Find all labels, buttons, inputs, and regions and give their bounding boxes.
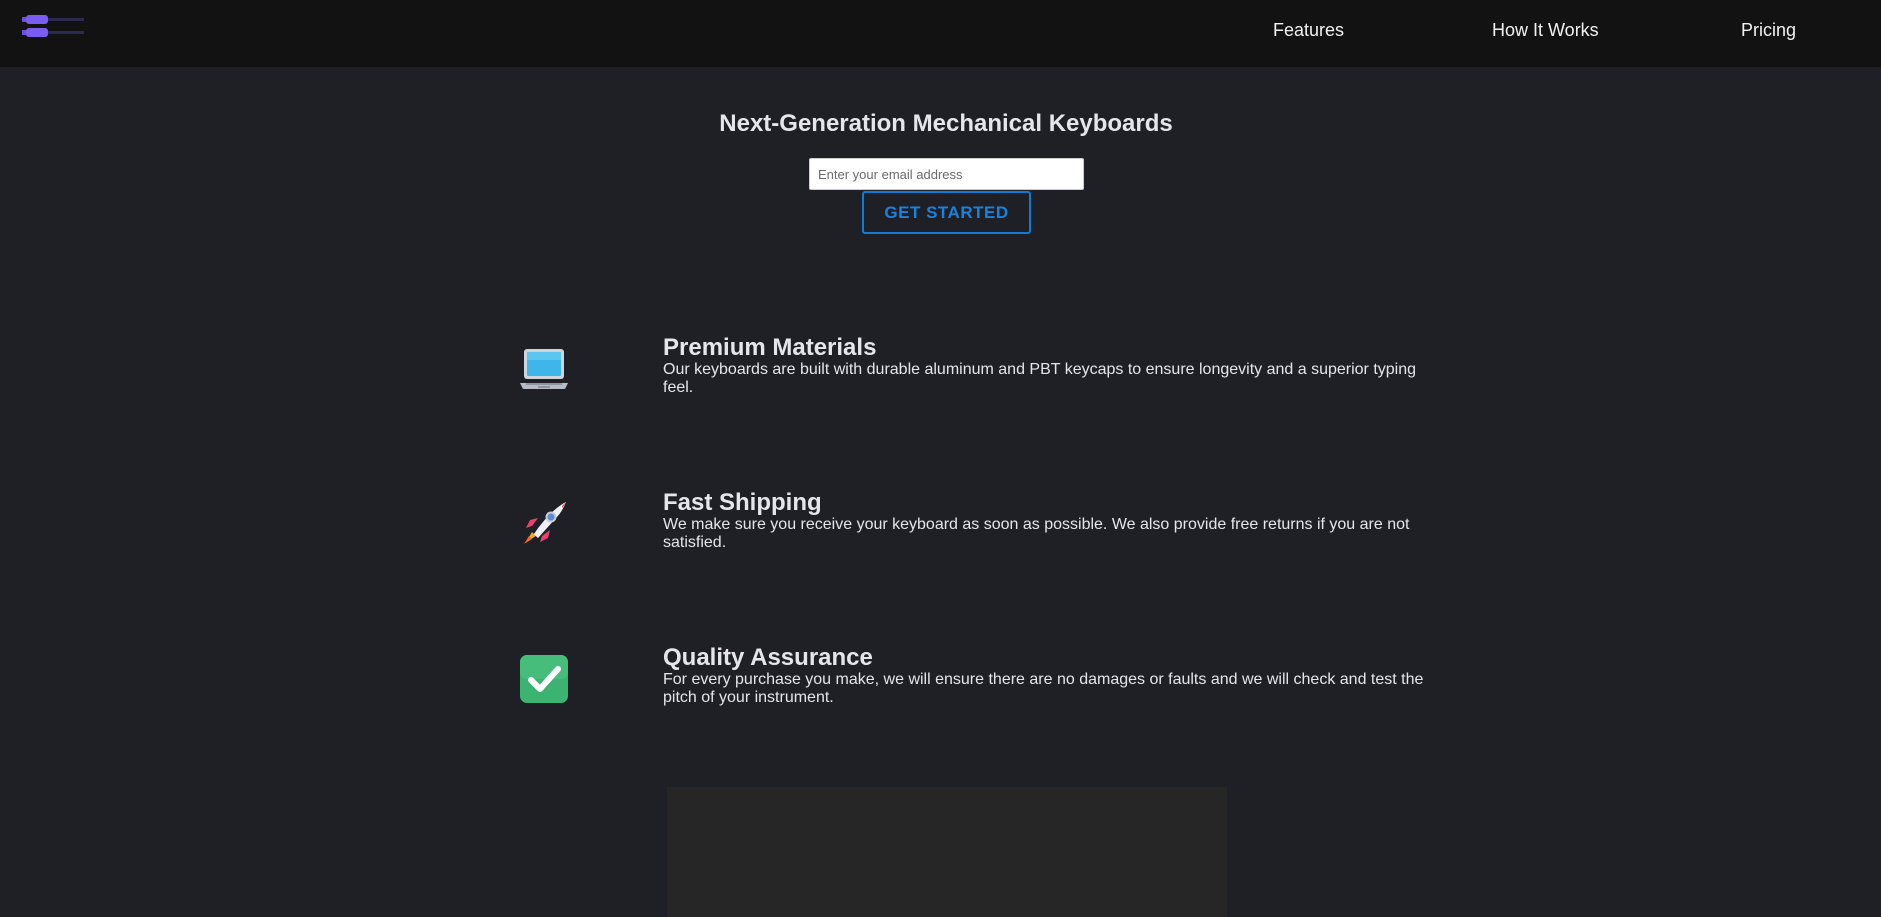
nav-link-how-it-works[interactable]: How It Works — [1492, 20, 1599, 41]
hero-title: Next-Generation Mechanical Keyboards — [719, 110, 1173, 137]
feature-description: We make sure you receive your keyboard a… — [663, 516, 1410, 551]
laptop-icon — [518, 343, 570, 395]
email-input[interactable] — [809, 158, 1084, 190]
logo-icon[interactable] — [22, 12, 86, 42]
nav-link-features[interactable]: Features — [1273, 20, 1344, 41]
rocket-icon — [518, 498, 570, 550]
feature-description: For every purchase you make, we will ens… — [663, 671, 1424, 706]
feature-title: Quality Assurance — [663, 644, 873, 671]
feature-title: Premium Materials — [663, 334, 877, 361]
video-embed[interactable] — [667, 787, 1227, 917]
feature-title: Fast Shipping — [663, 489, 822, 516]
feature-description: Our keyboards are built with durable alu… — [663, 361, 1417, 396]
check-box-icon — [518, 653, 570, 705]
get-started-button[interactable]: GET STARTED — [862, 191, 1031, 234]
nav-link-pricing[interactable]: Pricing — [1741, 20, 1796, 41]
top-nav: Features How It Works Pricing — [0, 0, 1881, 67]
